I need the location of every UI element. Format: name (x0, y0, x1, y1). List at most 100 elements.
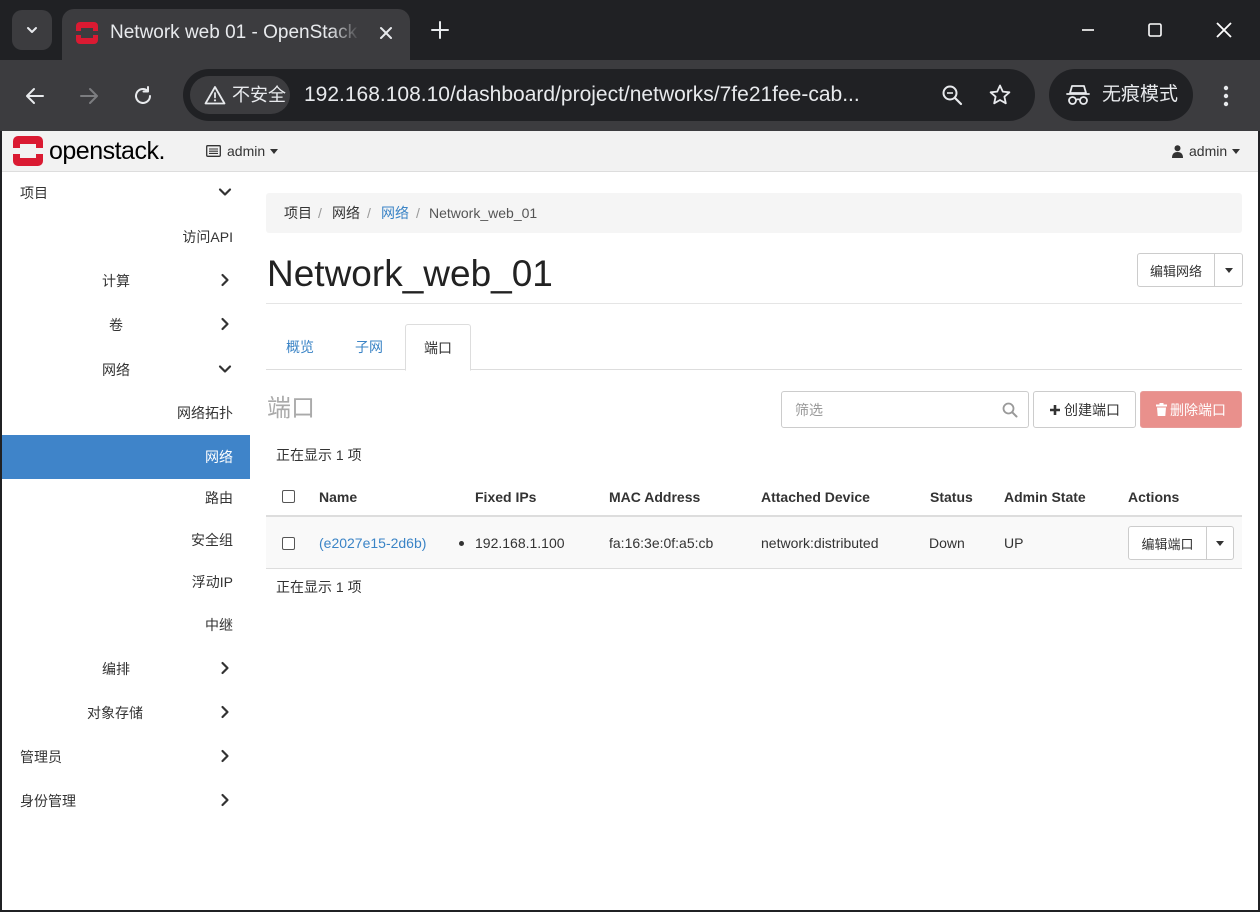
edit-port-button[interactable]: 编辑端口 (1128, 526, 1207, 560)
arrow-left-icon (26, 88, 44, 104)
sidebar-item-project[interactable]: 项目 (2, 172, 250, 214)
browser-tab-title: Network web 01 - OpenStack (110, 21, 360, 45)
user-name: admin (1189, 143, 1228, 159)
select-all-checkbox[interactable] (282, 490, 295, 503)
openstack-logo[interactable]: openstack. (12, 135, 188, 167)
mac-address-cell: fa:16:3e:0f:a5:cb (609, 535, 714, 551)
chevron-right-icon (221, 317, 229, 331)
maximize-button[interactable] (1135, 12, 1175, 48)
sidebar-item-security-groups[interactable]: 安全组 (2, 519, 250, 561)
sidebar-item-label: 管理员 (20, 749, 62, 765)
sidebar-item-admin[interactable]: 管理员 (2, 736, 250, 778)
attached-device-cell: network:distributed (761, 535, 879, 551)
back-button[interactable] (17, 78, 53, 114)
delete-port-button[interactable]: 删除端口 (1140, 391, 1242, 428)
sidebar-item-label: 浮动IP (191, 574, 233, 590)
browser-menu-button[interactable] (1210, 78, 1242, 114)
breadcrumb-separator: / (318, 205, 322, 221)
sidebar-item-access-api[interactable]: 访问API (2, 216, 250, 258)
create-port-button[interactable]: 创建端口 (1033, 391, 1136, 428)
openstack-logo-icon (13, 136, 43, 166)
warning-icon (204, 86, 226, 105)
reload-button[interactable] (125, 78, 161, 114)
column-header-device[interactable]: Attached Device (761, 488, 870, 506)
search-icon[interactable] (1002, 402, 1018, 418)
breadcrumb-link[interactable]: 网络 (381, 205, 409, 221)
breadcrumb-current: Network_web_01 (429, 205, 538, 221)
breadcrumb-separator: / (416, 205, 420, 221)
status-cell: Down (929, 535, 965, 551)
star-icon (989, 84, 1011, 105)
sidebar-item-label: 计算 (102, 273, 130, 289)
address-bar[interactable]: 不安全 192.168.108.10/dashboard/project/net… (183, 69, 1035, 121)
sidebar-item-compute[interactable]: 计算 (2, 260, 250, 302)
incognito-indicator[interactable]: 无痕模式 (1049, 69, 1193, 121)
close-window-button[interactable] (1204, 12, 1244, 48)
edit-network-dropdown-toggle[interactable] (1215, 253, 1243, 287)
web-page: openstack. admin admin 项目 访问API 计算 卷 网络 … (2, 131, 1258, 910)
forward-button[interactable] (71, 78, 107, 114)
browser-window: Network web 01 - OpenStack 不安全 192.168.1… (0, 0, 1260, 912)
openstack-navbar: openstack. admin admin (2, 131, 1258, 172)
minimize-button[interactable] (1068, 12, 1108, 48)
caret-down-icon (1216, 540, 1224, 546)
sidebar-item-floating-ips[interactable]: 浮动IP (2, 561, 250, 603)
sidebar-item-object-store[interactable]: 对象存储 (2, 692, 250, 734)
create-port-label: 创建端口 (1064, 401, 1120, 418)
arrow-right-icon (80, 88, 98, 104)
row-actions-dropdown-toggle[interactable] (1207, 526, 1234, 560)
sidebar-item-routers[interactable]: 路由 (2, 477, 250, 519)
url-text[interactable]: 192.168.108.10/dashboard/project/network… (304, 81, 924, 109)
chevron-right-icon (221, 273, 229, 287)
sidebar-item-identity[interactable]: 身份管理 (2, 780, 250, 822)
user-menu[interactable]: admin (1172, 141, 1241, 161)
user-icon (1172, 144, 1183, 158)
incognito-icon (1066, 85, 1090, 105)
column-header-admin-state[interactable]: Admin State (1004, 488, 1086, 506)
reload-icon (135, 86, 151, 104)
column-header-fixed-ips[interactable]: Fixed IPs (475, 488, 536, 506)
tab-close-icon[interactable] (374, 21, 398, 45)
caret-down-icon (1232, 148, 1241, 154)
browser-tab-active[interactable]: Network web 01 - OpenStack (62, 9, 410, 60)
chevron-down-icon (218, 365, 232, 373)
sidebar-item-network-group[interactable]: 网络 (2, 349, 250, 391)
project-switcher[interactable]: admin (206, 141, 279, 161)
breadcrumb-item: 网络 (332, 205, 360, 221)
edit-network-button[interactable]: 编辑网络 (1137, 253, 1215, 287)
column-header-mac[interactable]: MAC Address (609, 488, 700, 506)
bookmark-button[interactable] (986, 81, 1014, 109)
filter-input[interactable] (782, 392, 996, 427)
sidebar-item-network-topology[interactable]: 网络拓扑 (2, 392, 250, 434)
breadcrumb-separator: / (367, 205, 371, 221)
tab-search-button[interactable] (12, 10, 52, 50)
column-header-name[interactable]: Name (319, 488, 357, 506)
security-label: 不安全 (232, 85, 286, 105)
item-count-top: 正在显示 1 项 (276, 447, 362, 463)
sidebar-item-orchestration[interactable]: 编排 (2, 648, 250, 690)
column-header-actions: Actions (1128, 489, 1180, 505)
row-checkbox[interactable] (282, 537, 295, 550)
detail-tabs: 概览 子网 端口 (266, 324, 1242, 371)
sidebar-item-trunks[interactable]: 中继 (2, 604, 250, 646)
tab-subnets[interactable]: 子网 (339, 324, 399, 370)
tab-ports[interactable]: 端口 (405, 324, 471, 371)
caret-down-icon (270, 148, 279, 154)
browser-toolbar: 不安全 192.168.108.10/dashboard/project/net… (0, 60, 1260, 131)
zoom-search-button[interactable] (938, 81, 966, 109)
column-header-status[interactable]: Status (930, 488, 973, 506)
page-title: Network_web_01 (267, 253, 553, 294)
table-row: (e2027e15-2d6b) 192.168.1.100 fa:16:3e:0… (266, 517, 1242, 569)
sidebar-item-volumes[interactable]: 卷 (2, 304, 250, 346)
sidebar-item-networks[interactable]: 网络 (2, 435, 250, 479)
row-actions-group: 编辑端口 (1128, 526, 1234, 560)
caret-down-icon (1224, 267, 1233, 273)
chevron-down-icon (27, 27, 37, 33)
chevron-right-icon (221, 749, 229, 763)
sidebar-item-label: 项目 (20, 185, 48, 201)
sidebar-item-label: 编排 (102, 661, 130, 677)
port-name-link[interactable]: (e2027e15-2d6b) (319, 535, 426, 551)
new-tab-button[interactable] (424, 14, 456, 46)
openstack-favicon-icon (76, 22, 98, 44)
tab-overview[interactable]: 概览 (270, 324, 330, 370)
